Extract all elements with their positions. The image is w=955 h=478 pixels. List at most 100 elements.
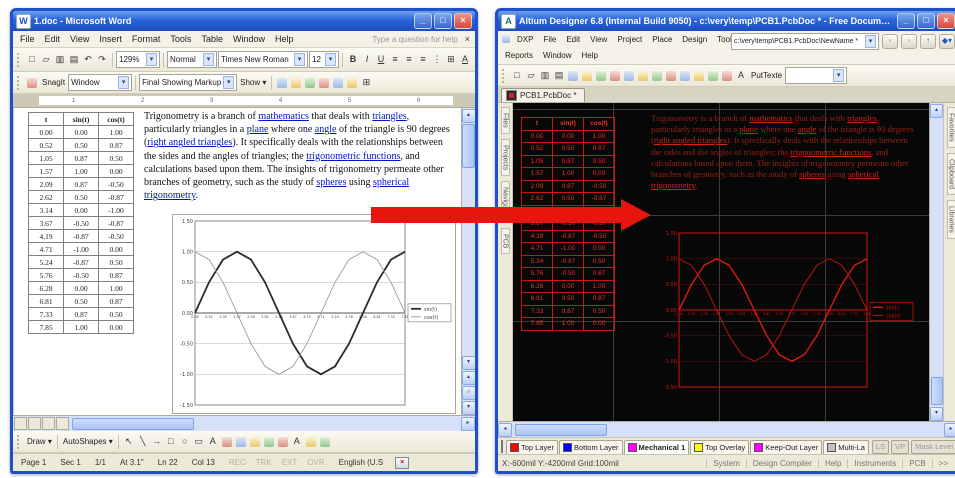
reviewing-pane-icon[interactable] <box>345 76 359 90</box>
show-menu-button[interactable]: Show ▾ <box>238 78 268 87</box>
minimize-button[interactable]: _ <box>897 13 915 29</box>
arrow-icon[interactable]: → <box>150 435 164 449</box>
altium-menu-edit[interactable]: Edit <box>561 34 585 45</box>
scroll-up-icon[interactable]: ▴ <box>930 104 943 118</box>
altium-menu-help[interactable]: Help <box>576 50 602 61</box>
toolbar-grip[interactable] <box>502 69 507 83</box>
open-icon[interactable]: ▱ <box>524 69 538 83</box>
numbering-icon[interactable]: ⋮ <box>430 53 444 67</box>
zoom-fit-icon[interactable] <box>580 69 594 83</box>
word-menu-table[interactable]: Table <box>196 33 228 45</box>
pcb-chart[interactable]: -1.50-1.00-0.500.000.501.001.500.000.521… <box>659 229 915 393</box>
hyperlink[interactable]: plane <box>739 124 758 134</box>
status-panel-link-instruments[interactable]: Instruments <box>847 459 902 468</box>
layer-tab-mechanical-1[interactable]: Mechanical 1 <box>624 440 690 454</box>
close-button[interactable]: × <box>937 13 955 29</box>
shadow-style-icon[interactable] <box>304 435 318 449</box>
altium-menu-reports[interactable]: Reports <box>500 50 538 61</box>
status-panel-link-help[interactable]: Help <box>818 459 847 468</box>
scroll-left-icon[interactable]: ◂ <box>498 423 512 437</box>
status-toggle-trk[interactable]: TRK <box>254 458 274 467</box>
undo-icon[interactable]: ↶ <box>81 53 95 67</box>
left-panel-tab-pcb[interactable]: PCB <box>501 228 510 254</box>
browse-next-button[interactable]: ▾ <box>462 401 476 415</box>
hyperlink[interactable]: angle <box>315 124 337 135</box>
hyperlink[interactable]: right angled triangles <box>147 137 232 148</box>
print-layout-view-button[interactable] <box>42 417 55 430</box>
altium-titlebar[interactable]: A Altium Designer 6.8 (Internal Build 90… <box>498 11 955 31</box>
forward-button[interactable]: ◦ <box>901 34 917 49</box>
outside-border-icon[interactable]: ⊞ <box>444 53 458 67</box>
previous-change-icon[interactable] <box>275 76 289 90</box>
chevron-down-icon[interactable]: ▾ <box>118 76 129 89</box>
style-combobox[interactable]: Normal▾ <box>167 51 217 68</box>
line-icon[interactable]: ╲ <box>136 435 150 449</box>
altium-menu-place[interactable]: Place <box>647 34 677 45</box>
select-browse-object-button[interactable]: ○ <box>462 386 476 400</box>
horizontal-ruler[interactable]: 123456 <box>13 94 475 108</box>
place-pad-icon[interactable] <box>664 69 678 83</box>
scroll-down-icon[interactable]: ▾ <box>930 407 943 421</box>
word-document-page[interactable]: tsin(t)cos(t)0.000.001.000.520.500.871.0… <box>13 108 475 415</box>
print-preview-icon[interactable] <box>566 69 580 83</box>
cross-probe-icon[interactable] <box>594 69 608 83</box>
word-menu-help[interactable]: Help <box>270 33 299 45</box>
hyperlink[interactable]: spheres <box>799 169 825 179</box>
clip-art-icon[interactable] <box>234 435 248 449</box>
status-toggle-rec[interactable]: REC <box>227 458 248 467</box>
word-menu-insert[interactable]: Insert <box>94 33 127 45</box>
word-menu-tools[interactable]: Tools <box>165 33 196 45</box>
place-polygon-icon[interactable] <box>720 69 734 83</box>
reject-change-icon[interactable] <box>317 76 331 90</box>
scroll-thumb[interactable] <box>72 418 194 430</box>
hyperlink[interactable]: triangles <box>372 111 406 122</box>
italic-icon[interactable]: I <box>360 53 374 67</box>
status-panel-link-[interactable]: >> <box>932 459 954 468</box>
status-toggle-ovr[interactable]: OVR <box>305 458 326 467</box>
scroll-down-icon[interactable]: ▾ <box>462 356 476 370</box>
status-panel-link-design-compiler[interactable]: Design Compiler <box>746 459 818 468</box>
left-panel-tab-files[interactable]: Files <box>501 107 510 134</box>
chevron-down-icon[interactable]: ▾ <box>146 53 157 66</box>
toolbar-grip[interactable] <box>17 435 22 449</box>
layer-tab-multi-la[interactable]: Multi-La <box>823 440 869 454</box>
word-menu-edit[interactable]: Edit <box>40 33 66 45</box>
toolbar-grip[interactable] <box>17 76 22 90</box>
restore-button[interactable]: □ <box>434 13 452 29</box>
redo-icon[interactable]: ↷ <box>95 53 109 67</box>
font-color-icon[interactable]: A <box>458 53 472 67</box>
status-toggle-ext[interactable]: EXT <box>280 458 300 467</box>
status-panel-link-pcb[interactable]: PCB <box>902 459 931 468</box>
status-panel-link-system[interactable]: System <box>706 459 746 468</box>
altium-menu-project[interactable]: Project <box>612 34 647 45</box>
insert-picture-icon[interactable] <box>248 435 262 449</box>
font-size-combobox[interactable]: 12▾ <box>309 51 339 68</box>
place-string-icon[interactable]: A <box>734 69 748 83</box>
scroll-thumb[interactable] <box>515 424 607 436</box>
web-layout-view-button[interactable] <box>28 417 41 430</box>
chevron-down-icon[interactable]: ▾ <box>833 69 844 82</box>
word-data-table[interactable]: tsin(t)cos(t)0.000.001.000.520.500.871.0… <box>28 112 134 334</box>
move-icon[interactable] <box>622 69 636 83</box>
word-vertical-scrollbar[interactable]: ▴ ▾ ▴ ○ ▾ <box>461 108 475 415</box>
chevron-down-icon[interactable]: ▾ <box>325 53 336 66</box>
current-layer-color-swatch[interactable] <box>501 440 503 453</box>
word-menu-file[interactable]: File <box>15 33 40 45</box>
next-change-icon[interactable] <box>289 76 303 90</box>
layer-tab-bottom-layer[interactable]: Bottom Layer <box>559 440 623 454</box>
canvas-vertical-scrollbar[interactable]: ▴ ▾ <box>929 103 943 421</box>
altium-menu-dxp[interactable]: DXP <box>512 34 538 45</box>
word-horizontal-scrollbar[interactable]: ▸ <box>13 415 475 431</box>
right-panel-tab-libraries[interactable]: Libraries <box>947 200 955 239</box>
outline-view-button[interactable] <box>56 417 69 430</box>
word-menu-view[interactable]: View <box>65 33 94 45</box>
back-button[interactable]: ◦ <box>882 34 898 49</box>
scroll-thumb[interactable] <box>931 377 943 405</box>
hyperlink[interactable]: plane <box>247 124 269 135</box>
hyperlink[interactable]: right angled triangles <box>654 135 727 145</box>
layer-bar-button-mask-level[interactable]: Mask Level <box>911 440 955 454</box>
autoshapes-menu-button[interactable]: AutoShapes ▾ <box>61 437 115 446</box>
word-embedded-chart[interactable]: -1.50-1.00-0.500.000.501.001.500.000.521… <box>172 214 456 414</box>
bold-icon[interactable]: B <box>346 53 360 67</box>
hyperlink[interactable]: trigonometric functions <box>790 147 871 157</box>
